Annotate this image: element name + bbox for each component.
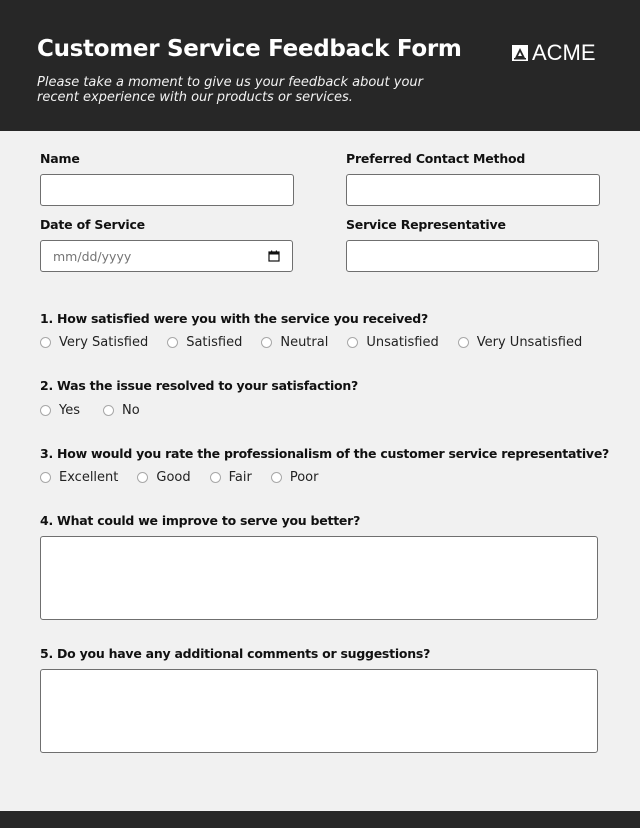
option-label: Excellent xyxy=(59,470,119,485)
option-label: Poor xyxy=(289,470,319,485)
radio-button[interactable] xyxy=(270,472,282,483)
option-no[interactable]: No xyxy=(103,403,140,418)
option-label: Fair xyxy=(228,470,252,485)
radio-button[interactable] xyxy=(40,405,51,416)
question-1-options: Very Satisfied Satisfied Neutral Unsatis… xyxy=(40,335,601,350)
calendar-icon[interactable] xyxy=(268,250,280,262)
radio-button[interactable] xyxy=(167,337,179,348)
logo-text: ACME xyxy=(532,40,596,65)
representative-input[interactable] xyxy=(346,240,599,272)
radio-button[interactable] xyxy=(103,405,114,416)
improvement-textarea[interactable] xyxy=(40,536,598,620)
form-subtitle: Please take a moment to give us your fee… xyxy=(37,75,423,105)
option-poor[interactable]: Poor xyxy=(270,470,319,485)
option-label: Unsatisfied xyxy=(366,335,439,350)
acme-logo-mark-icon xyxy=(512,45,528,61)
name-input[interactable] xyxy=(40,174,294,206)
question-1: 1. How satisfied were you with the servi… xyxy=(40,311,428,326)
option-neutral[interactable]: Neutral xyxy=(261,335,328,350)
contact-method-label: Preferred Contact Method xyxy=(346,151,526,166)
option-unsatisfied[interactable]: Unsatisfied xyxy=(347,335,439,350)
question-2-options: Yes No xyxy=(40,403,159,418)
option-good[interactable]: Good xyxy=(137,470,191,485)
option-yes[interactable]: Yes xyxy=(40,403,80,418)
radio-button[interactable] xyxy=(261,337,273,348)
representative-label: Service Representative xyxy=(346,217,506,232)
question-4: 4. What could we improve to serve you be… xyxy=(40,513,361,528)
question-3: 3. How would you rate the professionalis… xyxy=(40,446,610,461)
radio-button[interactable] xyxy=(347,337,359,348)
option-very-unsatisfied[interactable]: Very Unsatisfied xyxy=(457,335,583,350)
option-label: Very Unsatisfied xyxy=(476,335,583,350)
page-footer-bar xyxy=(0,811,640,828)
question-3-options: Excellent Good Fair Poor xyxy=(40,470,337,485)
radio-button[interactable] xyxy=(40,337,51,348)
radio-button[interactable] xyxy=(209,472,221,483)
date-of-service-label: Date of Service xyxy=(40,217,145,232)
date-placeholder: mm/dd/yyyy xyxy=(53,248,132,264)
contact-method-input[interactable] xyxy=(346,174,600,206)
form-title: Customer Service Feedback Form xyxy=(37,36,462,62)
option-label: Very Satisfied xyxy=(59,335,149,350)
question-2: 2. Was the issue resolved to your satisf… xyxy=(40,378,359,393)
date-of-service-input[interactable]: mm/dd/yyyy xyxy=(40,240,293,272)
option-label: No xyxy=(122,403,140,418)
radio-button[interactable] xyxy=(457,337,469,348)
option-label: Neutral xyxy=(280,335,329,350)
form-header: Customer Service Feedback Form Please ta… xyxy=(0,0,640,131)
question-5: 5. Do you have any additional comments o… xyxy=(40,646,431,661)
radio-button[interactable] xyxy=(137,472,149,483)
additional-comments-textarea[interactable] xyxy=(40,669,598,753)
option-excellent[interactable]: Excellent xyxy=(40,470,118,485)
name-label: Name xyxy=(40,151,80,166)
option-very-satisfied[interactable]: Very Satisfied xyxy=(40,335,148,350)
option-label: Satisfied xyxy=(186,335,243,350)
option-label: Yes xyxy=(59,403,80,418)
radio-button[interactable] xyxy=(40,472,51,483)
option-label: Good xyxy=(156,470,191,485)
acme-logo: ACME xyxy=(512,40,596,66)
option-fair[interactable]: Fair xyxy=(209,470,252,485)
option-satisfied[interactable]: Satisfied xyxy=(167,335,242,350)
